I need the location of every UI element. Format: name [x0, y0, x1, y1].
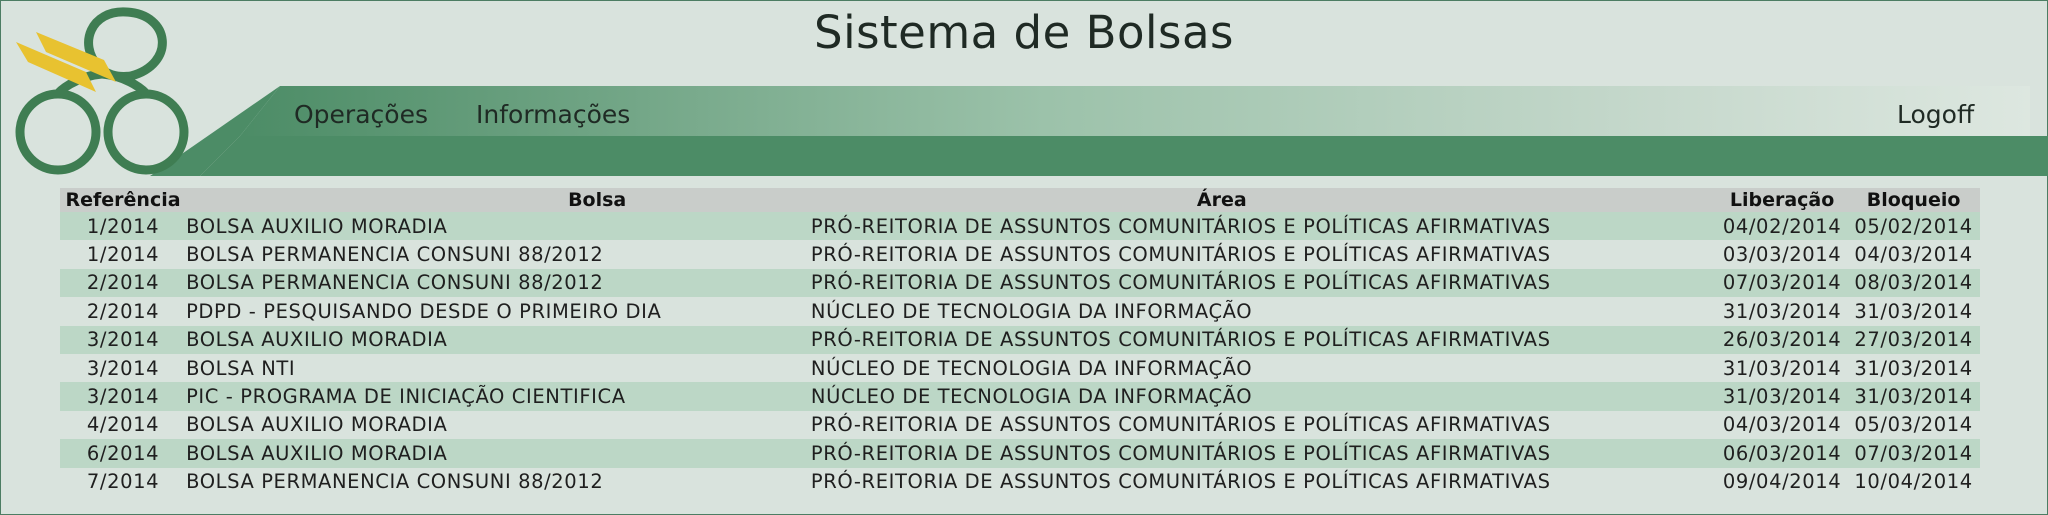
- cell-referencia: 1/2014: [60, 240, 187, 269]
- cell-area: PRÓ-REITORIA DE ASSUNTOS COMUNITÁRIOS E …: [810, 268, 1717, 298]
- column-header-bolsa[interactable]: Bolsa: [186, 188, 811, 212]
- cell-bloqueio: 05/02/2014: [1847, 212, 1980, 241]
- cell-bolsa: BOLSA PERMANENCIA CONSUNI 88/2012: [186, 467, 811, 496]
- cell-bloqueio: 10/04/2014: [1847, 467, 1980, 496]
- cell-referencia: 1/2014: [60, 212, 187, 241]
- cell-bolsa: PIC - PROGRAMA DE INICIAÇÃO CIENTIFICA: [186, 382, 811, 411]
- cell-liberacao: 07/03/2014: [1716, 268, 1848, 298]
- cell-bolsa: PDPD - PESQUISANDO DESDE O PRIMEIRO DIA: [186, 297, 811, 326]
- table-row[interactable]: 4/2014 BOLSA AUXILIO MORADIA PRÓ-REITORI…: [60, 410, 1980, 440]
- cell-bloqueio: 07/03/2014: [1847, 439, 1980, 468]
- cell-area: PRÓ-REITORIA DE ASSUNTOS COMUNITÁRIOS E …: [810, 240, 1717, 269]
- cell-bloqueio: 27/03/2014: [1847, 325, 1980, 354]
- cell-bloqueio: 31/03/2014: [1847, 297, 1980, 326]
- cell-liberacao: 31/03/2014: [1716, 353, 1848, 383]
- table-row[interactable]: 7/2014 BOLSA PERMANENCIA CONSUNI 88/2012…: [60, 467, 1980, 496]
- menu-operacoes[interactable]: Operações: [294, 100, 428, 129]
- cell-area: PRÓ-REITORIA DE ASSUNTOS COMUNITÁRIOS E …: [810, 439, 1717, 468]
- table-body: 1/2014 BOLSA AUXILIO MORADIA PRÓ-REITORI…: [60, 212, 1980, 496]
- bolsas-table: Referência Bolsa Área Liberação Bloqueio…: [60, 188, 1980, 496]
- cell-bolsa: BOLSA AUXILIO MORADIA: [186, 325, 811, 354]
- cell-area: PRÓ-REITORIA DE ASSUNTOS COMUNITÁRIOS E …: [810, 467, 1717, 496]
- cell-bolsa: BOLSA PERMANENCIA CONSUNI 88/2012: [186, 268, 811, 298]
- cell-referencia: 6/2014: [60, 439, 187, 468]
- cell-bolsa: BOLSA NTI: [186, 353, 811, 383]
- cell-referencia: 7/2014: [60, 467, 187, 496]
- menu-informacoes[interactable]: Informações: [476, 100, 630, 129]
- cell-bloqueio: 04/03/2014: [1847, 240, 1980, 269]
- cell-referencia: 4/2014: [60, 410, 187, 440]
- page-title: Sistema de Bolsas: [814, 6, 1234, 59]
- cell-bloqueio: 31/03/2014: [1847, 353, 1980, 383]
- table-row[interactable]: 2/2014 PDPD - PESQUISANDO DESDE O PRIMEI…: [60, 297, 1980, 326]
- cell-area: NÚCLEO DE TECNOLOGIA DA INFORMAÇÃO: [810, 382, 1717, 411]
- cell-bloqueio: 08/03/2014: [1847, 268, 1980, 298]
- column-header-area[interactable]: Área: [810, 188, 1717, 212]
- table-row[interactable]: 6/2014 BOLSA AUXILIO MORADIA PRÓ-REITORI…: [60, 439, 1980, 468]
- table-row[interactable]: 3/2014 PIC - PROGRAMA DE INICIAÇÃO CIENT…: [60, 382, 1980, 411]
- cell-bloqueio: 31/03/2014: [1847, 382, 1980, 411]
- table-row[interactable]: 3/2014 BOLSA AUXILIO MORADIA PRÓ-REITORI…: [60, 325, 1980, 354]
- cell-liberacao: 04/03/2014: [1716, 410, 1848, 440]
- cell-area: PRÓ-REITORIA DE ASSUNTOS COMUNITÁRIOS E …: [810, 410, 1717, 440]
- column-header-referencia[interactable]: Referência: [60, 188, 187, 212]
- cell-liberacao: 04/02/2014: [1716, 212, 1848, 241]
- cell-liberacao: 09/04/2014: [1716, 467, 1848, 496]
- cell-bolsa: BOLSA PERMANENCIA CONSUNI 88/2012: [186, 240, 811, 269]
- cell-liberacao: 31/03/2014: [1716, 382, 1848, 411]
- cell-bolsa: BOLSA AUXILIO MORADIA: [186, 410, 811, 440]
- cell-liberacao: 26/03/2014: [1716, 325, 1848, 354]
- cell-liberacao: 31/03/2014: [1716, 297, 1848, 326]
- table-row[interactable]: 2/2014 BOLSA PERMANENCIA CONSUNI 88/2012…: [60, 268, 1980, 298]
- cell-area: PRÓ-REITORIA DE ASSUNTOS COMUNITÁRIOS E …: [810, 212, 1717, 241]
- cell-bolsa: BOLSA AUXILIO MORADIA: [186, 212, 811, 241]
- cell-area: PRÓ-REITORIA DE ASSUNTOS COMUNITÁRIOS E …: [810, 325, 1717, 354]
- cell-liberacao: 03/03/2014: [1716, 240, 1848, 269]
- cell-referencia: 2/2014: [60, 297, 187, 326]
- table-row[interactable]: 1/2014 BOLSA AUXILIO MORADIA PRÓ-REITORI…: [60, 212, 1980, 241]
- cell-referencia: 3/2014: [60, 325, 187, 354]
- column-header-bloqueio[interactable]: Bloqueio: [1847, 188, 1980, 212]
- cell-bloqueio: 05/03/2014: [1847, 410, 1980, 440]
- cell-area: NÚCLEO DE TECNOLOGIA DA INFORMAÇÃO: [810, 353, 1717, 383]
- cell-liberacao: 06/03/2014: [1716, 439, 1848, 468]
- cell-bolsa: BOLSA AUXILIO MORADIA: [186, 439, 811, 468]
- table-row[interactable]: 3/2014 BOLSA NTI NÚCLEO DE TECNOLOGIA DA…: [60, 353, 1980, 383]
- column-header-liberacao[interactable]: Liberação: [1716, 188, 1848, 212]
- cell-area: NÚCLEO DE TECNOLOGIA DA INFORMAÇÃO: [810, 297, 1717, 326]
- table-row[interactable]: 1/2014 BOLSA PERMANENCIA CONSUNI 88/2012…: [60, 240, 1980, 269]
- logoff-link[interactable]: Logoff: [1897, 100, 1974, 129]
- cell-referencia: 2/2014: [60, 268, 187, 298]
- cell-referencia: 3/2014: [60, 382, 187, 411]
- table-header-row: Referência Bolsa Área Liberação Bloqueio: [60, 188, 1980, 212]
- cell-referencia: 3/2014: [60, 353, 187, 383]
